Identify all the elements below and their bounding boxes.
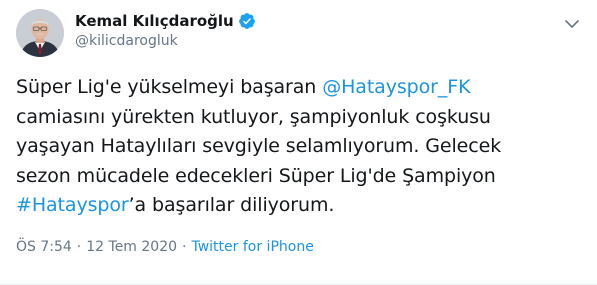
author-name-row: Kemal Kılıçdaroğlu [75,11,256,31]
avatar-image [16,9,64,57]
tweet-text-segment: ’a başarılar diliyorum. [128,194,335,216]
verified-badge-icon [238,12,256,30]
tweet-line-5: #Hatayspor’a başarılar diliyorum. [16,191,581,221]
tweet-time[interactable]: ÖS 7:54 [16,239,72,255]
author-display-name[interactable]: Kemal Kılıçdaroğlu [75,12,234,30]
chevron-down-icon[interactable] [562,14,582,34]
mention-link[interactable]: @Hatayspor_FK [322,76,470,98]
meta-separator: · [182,239,187,255]
tweet-meta: ÖS 7:54 · 12 Tem 2020 · Twitter for iPho… [16,239,314,255]
tweet-date[interactable]: 12 Tem 2020 [86,239,177,255]
author-handle[interactable]: @kilicdarogluk [75,33,178,49]
tweet-line-2: camiasını yürekten kutluyor, şampiyonluk… [16,105,491,128]
avatar[interactable] [16,9,64,57]
tweet-line-1: Süper Lig'e yükselmeyi başaran @Hatayspo… [16,73,581,103]
tweet-source-link[interactable]: Twitter for iPhone [191,239,313,255]
tweet-line-4: sezon mücadele edecekleri Süper Lig'de Ş… [16,164,496,187]
tweet-text: Süper Lig'e yükselmeyi başaran @Hatayspo… [16,73,581,221]
tweet-card: Kemal Kılıçdaroğlu @kilicdarogluk Süper … [0,0,597,285]
meta-separator: · [76,239,82,255]
tweet-text-segment: Süper Lig'e yükselmeyi başaran [16,76,323,98]
tweet-line-3: yaşayan Hataylıları sevgiyle selamlıyoru… [16,135,502,157]
hashtag-link[interactable]: #Hatayspor [16,194,129,216]
